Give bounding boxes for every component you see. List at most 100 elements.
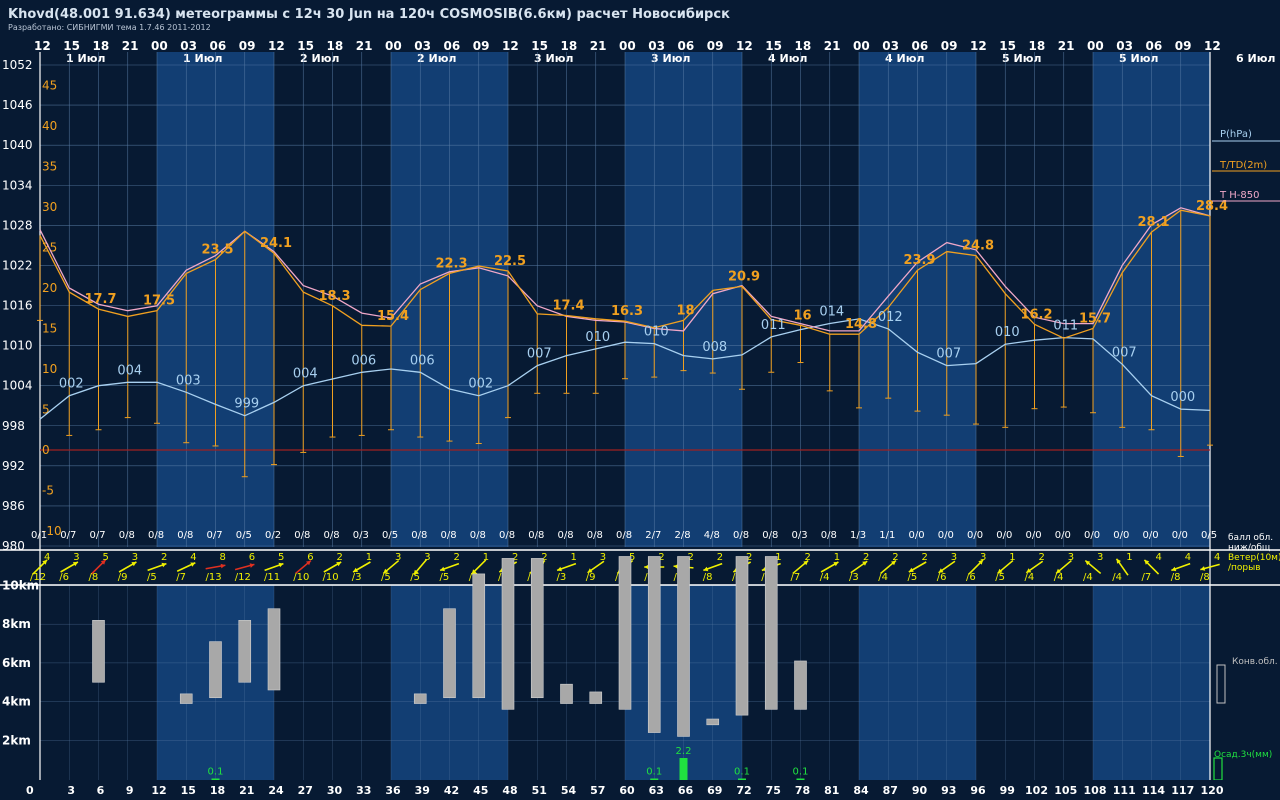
- lead-hour-label: 18: [210, 784, 225, 797]
- hour-tick-label: 18: [327, 39, 344, 53]
- cloud-cover-label: 2/8: [675, 530, 691, 541]
- hour-tick-label: 18: [561, 39, 578, 53]
- convective-cloud-bar: [706, 718, 720, 726]
- pressure-data-label: 010: [644, 325, 669, 340]
- hour-tick-label: 00: [619, 39, 636, 53]
- lead-hour-label: 111: [1113, 784, 1136, 797]
- lead-hour-label: 24: [268, 784, 284, 797]
- lead-hour-label: 66: [678, 784, 694, 797]
- lead-hour-label: 60: [619, 784, 635, 797]
- cloud-cover-label: 0/0: [996, 530, 1012, 541]
- cloud-cover-label: 0/8: [558, 530, 574, 541]
- lead-hour-label: 57: [590, 784, 605, 797]
- cloud-cover-label: 0/0: [967, 530, 983, 541]
- convective-cloud-bar: [501, 558, 515, 710]
- temperature-tick-label: 30: [42, 200, 57, 214]
- wind-speed-label: 4: [1156, 552, 1162, 563]
- lead-hour-label: 30: [327, 784, 343, 797]
- legend-wind-2: /порыв: [1228, 563, 1261, 573]
- hour-tick-label: 12: [970, 39, 987, 53]
- wind-gust-label: /7: [176, 572, 186, 583]
- legend-cloud-cover-2: ниж/общ: [1228, 543, 1271, 553]
- convective-cloud-bar: [209, 641, 222, 699]
- temperature-data-label: 23.5: [201, 243, 233, 258]
- wind-speed-label: 3: [1068, 552, 1074, 563]
- lead-hour-label: 93: [941, 784, 956, 797]
- pressure-tick-label: 1034: [2, 178, 33, 192]
- wind-gust-label: /3: [849, 572, 859, 583]
- cloud-cover-label: 0/7: [90, 530, 106, 541]
- lead-hour-label: 36: [385, 784, 401, 797]
- hour-tick-label: 18: [93, 39, 110, 53]
- temperature-data-label: 16.3: [611, 304, 643, 319]
- wind-gust-label: /8: [89, 572, 99, 583]
- wind-speed-label: 8: [220, 552, 226, 563]
- day-label: 1 Июл: [183, 52, 222, 65]
- hour-tick-label: 15: [531, 39, 548, 53]
- wind-speed-label: 3: [132, 552, 138, 563]
- temperature-tick-label: -5: [42, 484, 54, 498]
- hour-tick-label: 09: [707, 39, 724, 53]
- wind-gust-label: /5: [147, 572, 157, 583]
- pressure-data-label: 014: [819, 305, 844, 320]
- legend-wind-1: Ветер(10м): [1228, 553, 1280, 563]
- lead-hour-label: 54: [561, 784, 577, 797]
- chart-credit: Разработано: СИБНИГМИ тема 1.7.46 2011-2…: [8, 23, 211, 32]
- km-tick-label: 6km: [2, 656, 31, 670]
- legend-conv-clouds: Конв.обл.: [1232, 657, 1278, 667]
- lead-hour-label: 81: [824, 784, 839, 797]
- lead-hour-label: 21: [239, 784, 254, 797]
- convective-cloud-bar: [413, 693, 427, 704]
- lead-hour-label: 15: [181, 784, 196, 797]
- precip-label: 0.1: [793, 767, 809, 778]
- wind-gust-label: /5: [995, 572, 1005, 583]
- lead-hour-label: 12: [151, 784, 166, 797]
- hour-tick-label: 12: [34, 39, 51, 53]
- wind-speed-label: 1: [1009, 552, 1015, 563]
- precip-bar: [679, 758, 688, 780]
- day-label: 6 Июл: [1236, 52, 1275, 65]
- hour-tick-label: 06: [210, 39, 227, 53]
- cloud-cover-label: 0/3: [353, 530, 369, 541]
- hour-tick-label: 12: [736, 39, 753, 53]
- hour-tick-label: 03: [648, 39, 665, 53]
- cloud-cover-label: 4/8: [704, 530, 720, 541]
- cloud-cover-label: 1/3: [850, 530, 866, 541]
- wind-speed-label: 2: [337, 552, 343, 563]
- wind-speed-label: 2: [1039, 552, 1045, 563]
- cloud-cover-label: 0/8: [441, 530, 457, 541]
- temperature-data-label: 20.9: [728, 269, 760, 284]
- wind-gust-label: /8: [703, 572, 713, 583]
- wind-speed-label: 1: [483, 552, 489, 563]
- hour-tick-label: 15: [297, 39, 314, 53]
- hour-tick-label: 03: [1116, 39, 1133, 53]
- hour-tick-label: 12: [1204, 39, 1221, 53]
- wind-gust-label: /7: [1142, 572, 1152, 583]
- lead-hour-label: 102: [1025, 784, 1048, 797]
- convective-cloud-bar: [530, 558, 544, 699]
- lead-hour-label: 84: [853, 784, 869, 797]
- wind-gust-label: /6: [937, 572, 947, 583]
- cloud-cover-label: 0/8: [587, 530, 603, 541]
- hour-tick-label: 06: [1146, 39, 1163, 53]
- wind-gust-label: /9: [118, 572, 128, 583]
- wind-gust-label: /13: [206, 572, 222, 583]
- wind-speed-label: 3: [951, 552, 957, 563]
- cloud-cover-label: 0/8: [762, 530, 778, 541]
- pressure-data-label: 007: [1112, 345, 1137, 360]
- wind-gust-label: /6: [966, 572, 976, 583]
- cloud-cover-label: 0/0: [938, 530, 954, 541]
- wind-speed-label: 1: [834, 552, 840, 563]
- hour-tick-label: 12: [268, 39, 285, 53]
- lead-hour-label: 27: [298, 784, 313, 797]
- wind-speed-label: 3: [73, 552, 79, 563]
- pressure-data-label: 006: [410, 353, 435, 368]
- convective-cloud-bar: [589, 691, 603, 704]
- wind-gust-label: /6: [59, 572, 69, 583]
- cloud-cover-label: 0/8: [294, 530, 310, 541]
- pressure-data-label: 010: [995, 325, 1020, 340]
- wind-speed-label: 6: [249, 552, 255, 563]
- cloud-cover-label: 0/8: [148, 530, 164, 541]
- hour-tick-label: 09: [941, 39, 958, 53]
- cloud-cover-label: 0/3: [792, 530, 808, 541]
